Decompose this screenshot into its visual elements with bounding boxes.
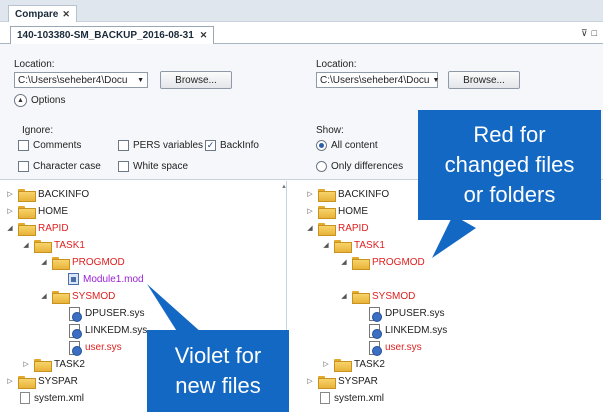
callout-line: Violet for	[174, 343, 262, 368]
callout-line: Red for	[473, 122, 546, 147]
violet-callout-pointer	[147, 284, 202, 333]
callout-line: new files	[175, 373, 261, 398]
callout-line: changed files	[444, 152, 575, 177]
violet-callout: Violet for new files	[147, 330, 289, 412]
callout-line: or folders	[463, 182, 556, 207]
red-callout: Red for changed files or folders	[418, 110, 601, 220]
red-callout-pointer	[432, 215, 476, 258]
